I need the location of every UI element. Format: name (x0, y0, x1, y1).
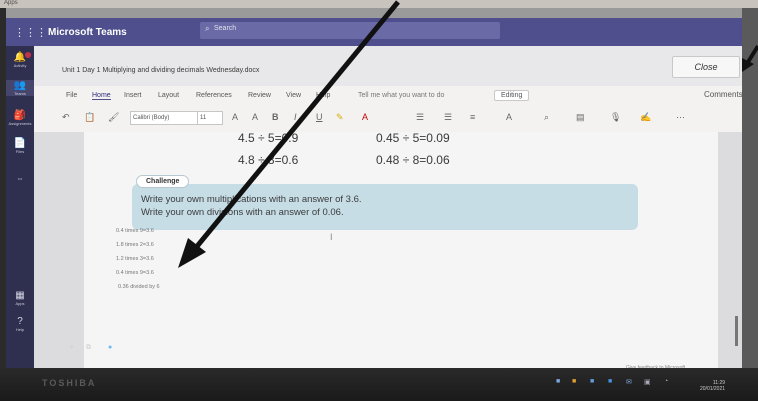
arrow-shaft (192, 0, 400, 252)
arrow-shaft (746, 44, 758, 64)
annotation-arrows (178, 0, 758, 268)
